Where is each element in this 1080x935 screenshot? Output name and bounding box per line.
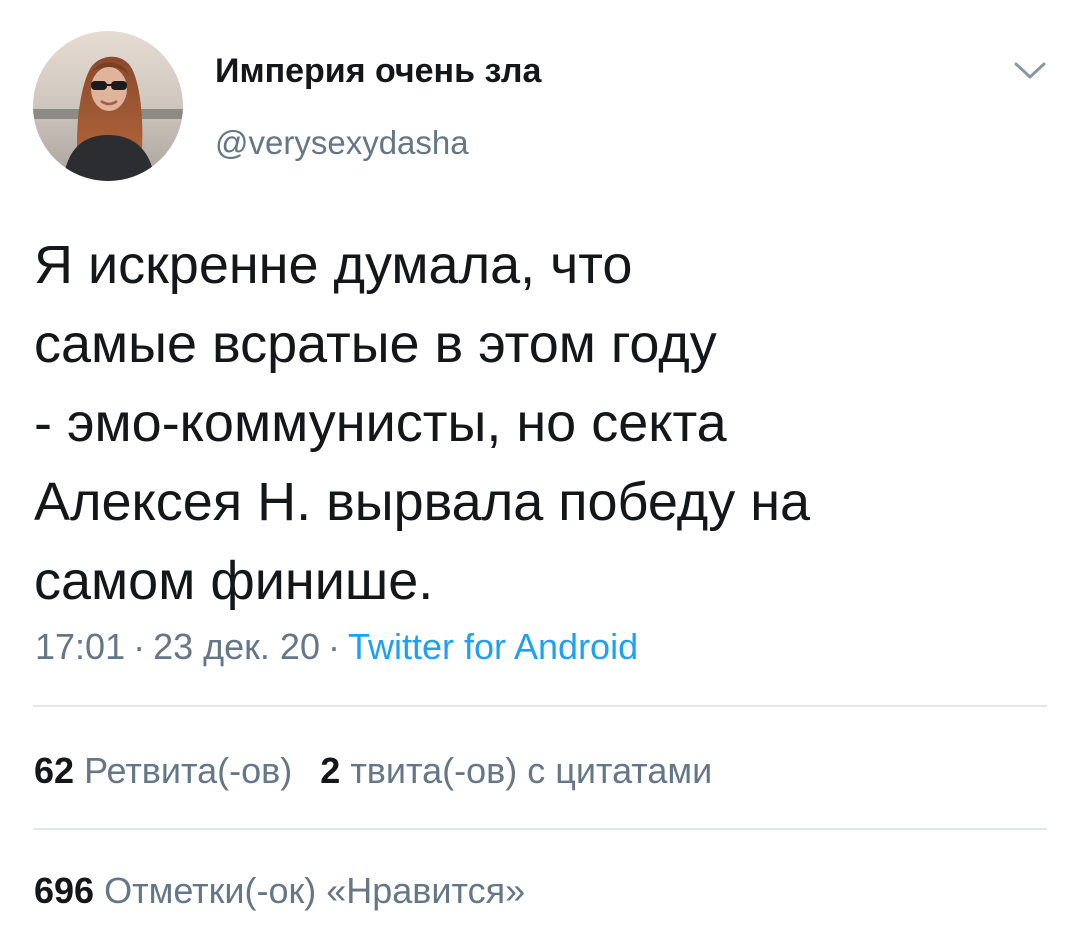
tweet-text-line: самом финише. bbox=[34, 551, 434, 611]
meta-separator: · bbox=[327, 626, 340, 667]
avatar[interactable] bbox=[33, 31, 183, 181]
likes-label: Отметки(-ок) «Нравится» bbox=[104, 870, 526, 911]
author-display-name[interactable]: Империя очень зла bbox=[215, 52, 541, 91]
tweet-text-line: - эмо-коммунисты, но секта bbox=[34, 393, 727, 453]
meta-separator: · bbox=[133, 626, 146, 667]
tweet-text-line: Я искренне думала, что bbox=[34, 235, 633, 295]
tweet-source-link[interactable]: Twitter for Android bbox=[348, 626, 638, 667]
tweet-text-line: Алексея Н. вырвала победу на bbox=[34, 472, 811, 532]
chevron-down-icon[interactable] bbox=[1010, 58, 1050, 84]
quotes-label: твита(-ов) с цитатами bbox=[350, 750, 713, 791]
retweet-stats-row: 62 Ретвита(-ов) 2 твита(-ов) с цитатами bbox=[34, 750, 712, 792]
tweet-meta: 17:01 · 23 дек. 20 · Twitter for Android bbox=[35, 626, 638, 668]
retweets-label: Ретвита(-ов) bbox=[84, 750, 293, 791]
quotes-count: 2 bbox=[320, 750, 341, 791]
likes-count: 696 bbox=[34, 870, 95, 911]
divider bbox=[33, 828, 1047, 830]
tweet-text-line: самые всратые в этом году bbox=[34, 314, 717, 374]
author-handle[interactable]: @verysexydasha bbox=[215, 124, 469, 162]
retweets-count: 62 bbox=[34, 750, 75, 791]
tweet-time[interactable]: 17:01 bbox=[35, 626, 125, 667]
avatar-image bbox=[33, 31, 183, 181]
likes-stats-row: 696 Отметки(-ок) «Нравится» bbox=[34, 870, 525, 912]
tweet-card: Империя очень зла @verysexydasha Я искре… bbox=[0, 0, 1080, 935]
quotes-stat[interactable]: 2 твита(-ов) с цитатами bbox=[320, 750, 712, 792]
retweets-stat[interactable]: 62 Ретвита(-ов) bbox=[34, 750, 292, 792]
divider bbox=[33, 705, 1047, 707]
tweet-date[interactable]: 23 дек. 20 bbox=[153, 626, 320, 667]
tweet-text: Я искренне думала, что самые всратые в э… bbox=[34, 226, 1034, 621]
likes-stat[interactable]: 696 Отметки(-ок) «Нравится» bbox=[34, 870, 525, 912]
